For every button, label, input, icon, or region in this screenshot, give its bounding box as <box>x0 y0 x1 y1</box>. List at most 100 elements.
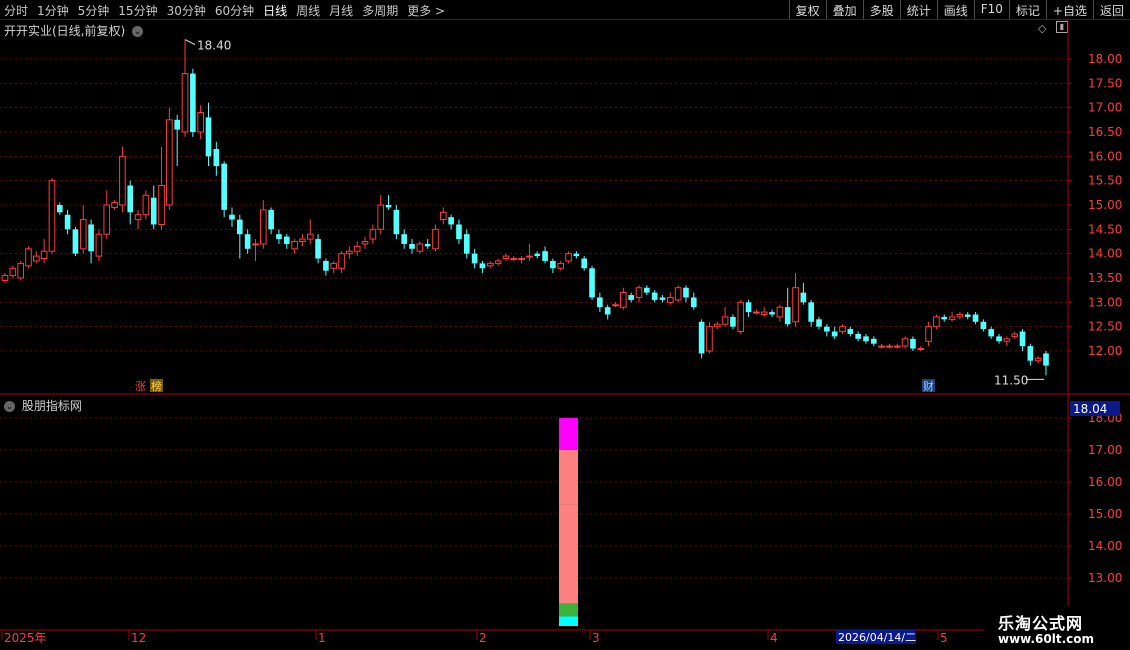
candle-body <box>134 214 142 221</box>
candle <box>1003 336 1011 347</box>
candle <box>674 285 682 303</box>
candle-body <box>205 117 212 157</box>
candle <box>713 321 721 330</box>
candle <box>510 256 518 261</box>
candle <box>119 146 126 213</box>
candles <box>1 39 1049 376</box>
candle <box>448 214 454 230</box>
price-tick-label: 16.00 <box>1088 149 1122 163</box>
candle <box>56 202 63 215</box>
max-pointer <box>184 39 196 45</box>
candle-body <box>439 211 447 221</box>
price-tick-label: 15.00 <box>1088 198 1122 212</box>
candle-body <box>816 319 822 327</box>
candle-body <box>972 314 979 322</box>
candle-body <box>17 262 24 279</box>
candle-body <box>338 253 345 269</box>
kline-chart[interactable]: 18.00 17.50 17.00 16.50 16.00 15.50 15.00 14.50… <box>0 0 1130 650</box>
candle-body <box>401 234 407 244</box>
candle <box>1 273 9 283</box>
candle-body <box>956 314 964 318</box>
candle <box>565 251 572 264</box>
candle-body <box>479 263 486 269</box>
time-label: 2025年 <box>4 631 47 645</box>
candle <box>103 190 111 240</box>
cursor-date: 2026/04/14/二 <box>838 631 916 644</box>
candle <box>330 260 338 274</box>
candle <box>534 251 541 259</box>
candle-body <box>901 338 909 347</box>
candle-body <box>964 314 971 317</box>
candle <box>824 324 830 337</box>
candle <box>526 243 533 261</box>
candle-body <box>229 214 235 220</box>
candle <box>956 312 964 320</box>
candle-body <box>893 345 901 348</box>
candle-body <box>737 301 745 333</box>
candle <box>283 234 290 249</box>
candle <box>901 336 909 349</box>
sub-tick-label: 15.00 <box>1088 507 1122 521</box>
candle-body <box>1003 338 1011 342</box>
sub-tick-label: 13.00 <box>1088 571 1122 585</box>
candle-body <box>886 345 893 348</box>
candle-body <box>213 149 220 167</box>
candle <box>980 319 987 332</box>
candle <box>127 180 134 225</box>
candle <box>150 185 157 230</box>
candle <box>1011 331 1019 339</box>
candle <box>628 292 634 303</box>
candle <box>25 246 32 269</box>
candle <box>612 302 619 308</box>
candle <box>244 229 251 254</box>
candle <box>181 39 189 137</box>
candle <box>494 258 502 266</box>
candle <box>753 309 760 315</box>
candle <box>800 282 807 305</box>
candle <box>644 285 650 296</box>
candle <box>291 239 298 254</box>
candle-body <box>581 258 588 269</box>
watermark: 乐淘公式网 www.60lt.com <box>984 606 1130 650</box>
candle-body <box>463 234 470 254</box>
candle <box>706 321 713 354</box>
candle <box>870 336 877 347</box>
candle-body <box>542 251 548 261</box>
candle <box>306 219 314 244</box>
candle <box>542 246 548 264</box>
time-label: 3 <box>592 631 600 645</box>
candle-body <box>1034 357 1042 362</box>
candle-body <box>416 243 424 252</box>
sub-current-value: 18.04 <box>1073 402 1107 416</box>
candle-body <box>291 241 298 250</box>
candle-body <box>174 119 181 130</box>
candle-body <box>486 262 494 267</box>
indicator-bar-segment <box>559 450 578 505</box>
candle <box>64 209 71 235</box>
time-label: 2 <box>479 631 487 645</box>
candle-body <box>635 287 643 298</box>
indicator-bar-segment <box>559 418 578 450</box>
candle <box>925 321 932 347</box>
candle-body <box>142 194 150 216</box>
candle <box>158 146 165 230</box>
candle <box>416 241 424 254</box>
candle-body <box>361 241 369 245</box>
candle <box>893 343 901 349</box>
price-tick-label: 13.50 <box>1088 271 1122 285</box>
candle <box>635 285 643 303</box>
candle <box>784 287 791 327</box>
candle <box>808 299 815 327</box>
candle-body <box>1011 333 1019 337</box>
candle <box>855 331 861 342</box>
candle-body <box>730 316 736 327</box>
candle-body <box>910 338 916 349</box>
candle <box>323 258 329 276</box>
candle <box>268 207 274 235</box>
candle <box>502 253 510 261</box>
candle <box>134 209 142 230</box>
candle <box>95 229 103 261</box>
watermark-title: 乐淘公式网 <box>998 614 1084 633</box>
candle-body <box>393 209 400 235</box>
candle <box>683 285 689 303</box>
